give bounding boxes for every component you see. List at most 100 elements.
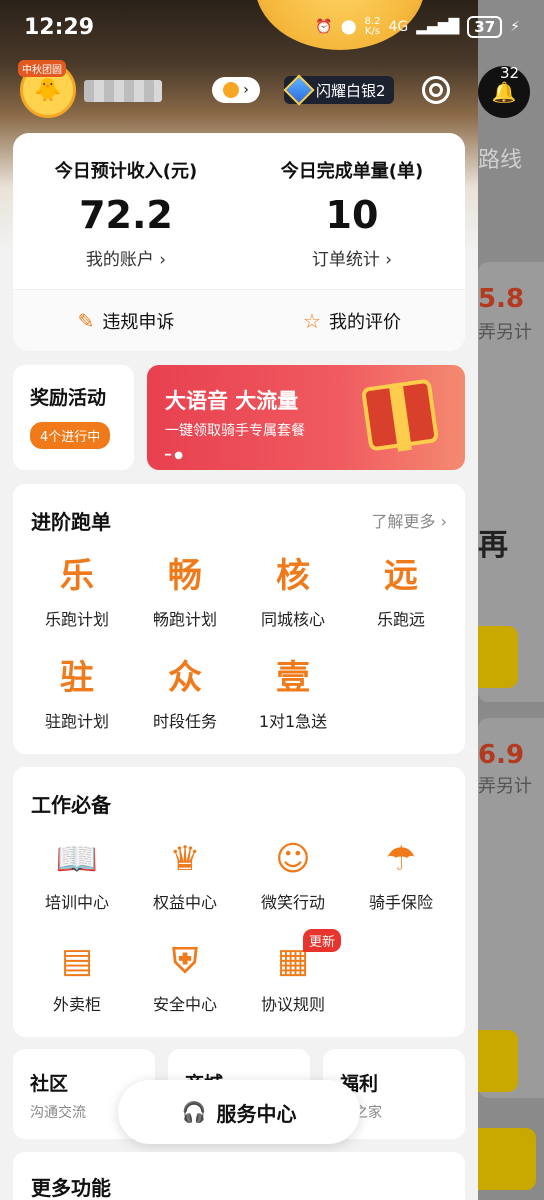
income-card-actions: ✎ 违规申诉 ☆ 我的评价	[13, 289, 465, 351]
orders-label: 今日完成单量(单)	[280, 161, 424, 182]
work-item-label: 安全中心	[152, 995, 217, 1014]
work-item[interactable]: ☺ 微笑行动	[239, 837, 347, 913]
star-icon: ☆	[303, 308, 321, 333]
complaint-button[interactable]: ✎ 违规申诉	[13, 290, 239, 351]
work-item-label: 微笑行动	[260, 893, 325, 912]
charging-icon: ⚡	[510, 19, 520, 35]
battery-icon: 37	[467, 16, 503, 38]
advance-item[interactable]: 壹 1对1急送	[239, 656, 347, 732]
work-item-label: 权益中心	[152, 893, 217, 912]
reward-count-tag: 4个进行中	[30, 422, 111, 449]
income-column: 今日预计收入(元) 72.2 我的账户 ›	[13, 157, 239, 270]
network-type: 4G	[388, 19, 409, 35]
advance-item-label: 乐跑计划	[44, 610, 109, 629]
more-functions-section: 更多功能	[13, 1152, 465, 1200]
service-center-label: 服务中心	[216, 1101, 297, 1126]
advance-item-icon: 驻	[60, 658, 94, 698]
settings-icon[interactable]	[422, 76, 450, 104]
bg-big-text: 再	[478, 528, 508, 563]
carousel-dots: ━ ●	[165, 450, 183, 461]
advance-section: 进阶跑单 了解更多 › 乐 乐跑计划 畅 畅跑计划 核 同城核心 远 乐跑远 驻…	[13, 484, 465, 754]
notification-count: 32	[500, 64, 520, 82]
work-item-label: 协议规则	[260, 995, 325, 1014]
advance-item-icon: 众	[168, 658, 202, 698]
advance-item-label: 同城核心	[260, 610, 325, 629]
advance-item-icon: 远	[384, 556, 418, 596]
complaint-icon: ✎	[77, 308, 95, 333]
advance-item[interactable]: 核 同城核心	[239, 554, 347, 630]
advance-item[interactable]: 畅 畅跑计划	[131, 554, 239, 630]
bg-yellow-button	[478, 1030, 518, 1092]
work-item[interactable]: ⛨ 安全中心	[131, 939, 239, 1015]
work-item-label: 骑手保险	[368, 893, 433, 912]
income-card: 今日预计收入(元) 72.2 我的账户 › 今日完成单量(单) 10 订单统计 …	[13, 133, 465, 351]
advance-item[interactable]: 驻 驻跑计划	[23, 656, 131, 732]
banner-subline: 一键领取骑手专属套餐	[165, 423, 305, 439]
welfare-title: 福利	[340, 1073, 379, 1095]
umbrella-icon: ☂	[385, 839, 417, 879]
work-item[interactable]: ♛ 权益中心	[131, 837, 239, 913]
rank-badge[interactable]: 闪耀白银2	[283, 74, 394, 106]
bg-route-label: 路线	[478, 148, 523, 173]
work-item[interactable]: 📖 培训中心	[23, 837, 131, 913]
advance-item[interactable]: 远 乐跑远	[347, 554, 455, 630]
background-app-panel: 路线 5.8 弄另计 再 6.9 弄另计	[478, 0, 544, 1200]
alarm-icon: ⏰	[315, 19, 333, 35]
account-link[interactable]: 我的账户 ›	[13, 245, 239, 270]
income-value: 72.2	[79, 193, 173, 237]
advance-item-label: 时段任务	[152, 712, 217, 731]
work-item[interactable]: ▤ 外卖柜	[23, 939, 131, 1015]
promo-banner[interactable]: 大语音 大流量 一键领取骑手专属套餐 ━ ●	[147, 365, 465, 470]
advance-item[interactable]: 众 时段任务	[131, 656, 239, 732]
reward-activities-card[interactable]: 奖励活动 4个进行中	[13, 365, 134, 470]
advance-title: 进阶跑单	[31, 510, 111, 534]
income-label: 今日预计收入(元)	[54, 161, 198, 182]
shield-icon: ⛨	[172, 941, 198, 981]
level-icon	[223, 82, 240, 98]
work-item[interactable]: ☂ 骑手保险	[347, 837, 455, 913]
bg-yellow-button	[478, 1128, 536, 1190]
orders-column: 今日完成单量(单) 10 订单统计 ›	[239, 157, 465, 270]
service-center-button[interactable]: 🎧 服务中心	[118, 1080, 360, 1144]
bg-amount: 5.8	[478, 284, 525, 314]
work-item-label: 外卖柜	[52, 995, 101, 1014]
advance-item-icon: 核	[276, 556, 310, 596]
rating-label: 我的评价	[328, 311, 401, 333]
rating-button[interactable]: ☆ 我的评价	[239, 290, 465, 351]
net-speed-unit: K/s	[364, 26, 381, 37]
net-speed: 8.2 K/s	[365, 17, 381, 37]
smile-icon: ☺	[275, 839, 311, 879]
headset-icon: 🎧	[181, 1100, 207, 1124]
level-button[interactable]: ›	[212, 77, 260, 103]
book-icon: 📖	[55, 839, 99, 879]
work-title: 工作必备	[31, 793, 111, 817]
bg-amount: 6.9	[478, 740, 525, 770]
crown-icon: ♛	[169, 839, 201, 879]
gift-box-icon	[360, 378, 440, 452]
orders-link[interactable]: 订单统计 ›	[239, 245, 465, 270]
rank-label: 闪耀白银2	[316, 81, 386, 100]
advance-item-icon: 壹	[276, 658, 310, 698]
avatar-tag: 中秋团圆	[18, 60, 66, 77]
more-functions-title: 更多功能	[31, 1176, 111, 1200]
user-name-blurred	[84, 80, 162, 102]
location-icon: ⬤	[340, 19, 357, 35]
advance-item[interactable]: 乐 乐跑计划	[23, 554, 131, 630]
bg-note: 弄另计	[478, 776, 532, 797]
advance-item-label: 1对1急送	[258, 712, 328, 731]
locker-icon: ▤	[60, 941, 94, 981]
advance-item-label: 畅跑计划	[152, 610, 217, 629]
clock: 12:29	[24, 15, 95, 40]
update-badge: 更新	[303, 929, 342, 952]
orders-value: 10	[325, 193, 379, 237]
complaint-label: 违规申诉	[102, 311, 175, 333]
advance-item-icon: 畅	[168, 556, 202, 596]
advance-item-label: 乐跑远	[376, 610, 425, 629]
learn-more-link[interactable]: 了解更多 ›	[372, 508, 448, 532]
banner-headline: 大语音 大流量	[165, 389, 299, 413]
diamond-icon	[283, 74, 315, 106]
bg-note: 弄另计	[478, 322, 532, 343]
chevron-right-icon: ›	[243, 82, 249, 98]
bg-yellow-button	[478, 626, 518, 688]
advance-item-icon: 乐	[60, 556, 94, 596]
